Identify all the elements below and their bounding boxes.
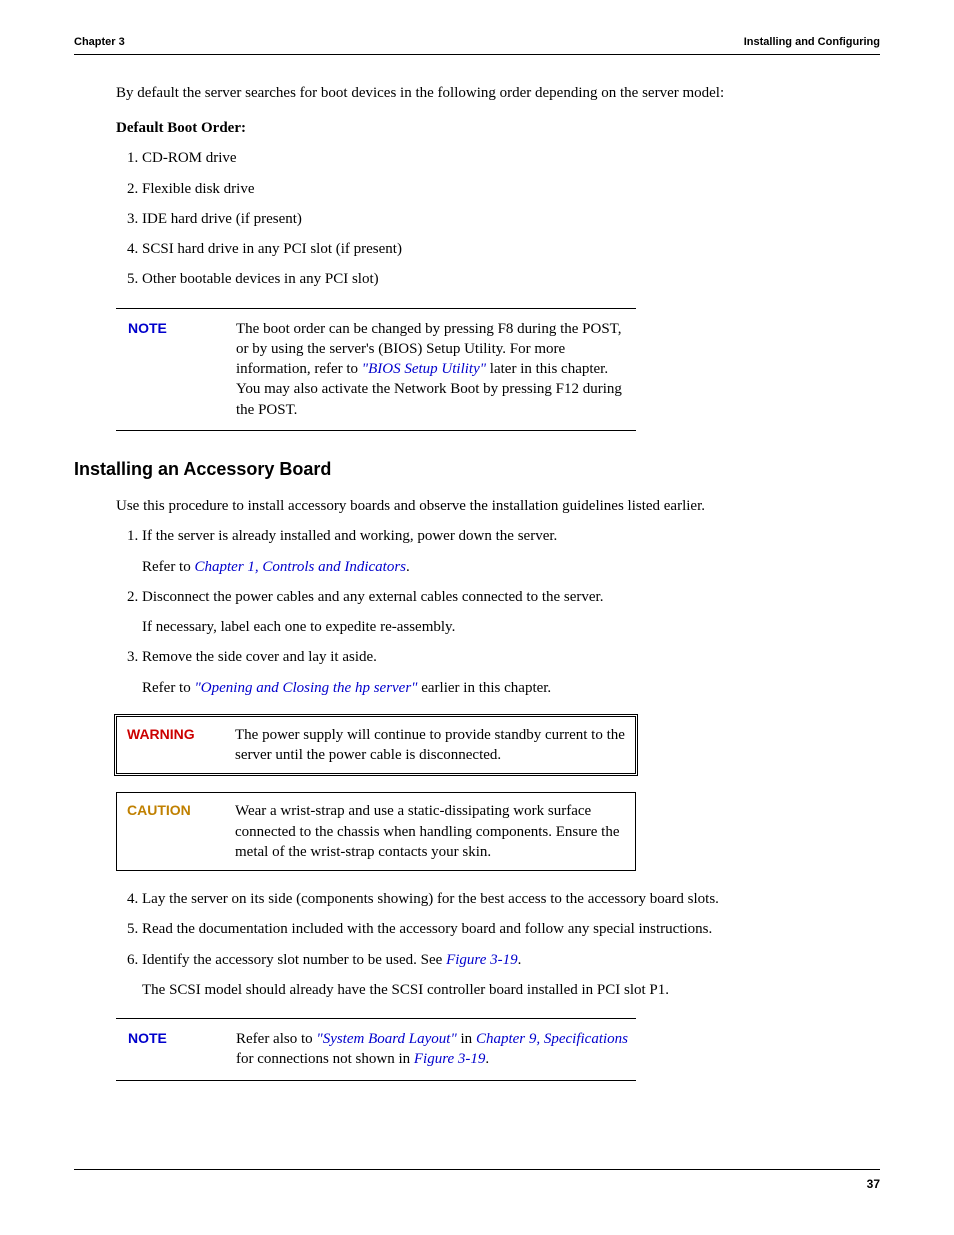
step-sub: The SCSI model should already have the S… [142,980,880,1000]
figure-3-19-link-2[interactable]: Figure 3-19 [414,1051,486,1067]
step-text: If the server is already installed and w… [142,528,557,544]
list-item: CD-ROM drive [142,148,880,168]
footer-rule [74,1169,880,1170]
note-admonition: NOTE The boot order can be changed by pr… [116,308,636,431]
boot-order-heading: Default Boot Order: [116,118,880,138]
list-item: Remove the side cover and lay it aside. … [142,647,880,698]
boot-order-list: CD-ROM drive Flexible disk drive IDE har… [116,148,880,289]
note-label: NOTE [128,1029,236,1048]
list-item: Lay the server on its side (components s… [142,889,880,909]
system-board-layout-link[interactable]: "System Board Layout" [316,1031,456,1047]
opening-closing-link[interactable]: "Opening and Closing the hp server" [194,680,417,696]
warning-label: WARNING [127,725,235,744]
intro-paragraph: By default the server searches for boot … [116,83,880,103]
running-header: Chapter 3 Installing and Configuring [74,35,880,55]
section-heading: Installing an Accessory Board [74,457,880,481]
list-item: Other bootable devices in any PCI slot) [142,269,880,289]
list-item: SCSI hard drive in any PCI slot (if pres… [142,239,880,259]
chapter9-link[interactable]: Chapter 9, Specifications [476,1031,628,1047]
list-item: Disconnect the power cables and any exte… [142,587,880,638]
step-text: Remove the side cover and lay it aside. [142,649,377,665]
warning-admonition: WARNING The power supply will continue t… [116,716,636,775]
note-body: The boot order can be changed by pressin… [236,319,630,420]
caution-label: CAUTION [127,801,235,820]
note-text: in [457,1031,476,1047]
section-intro: Use this procedure to install accessory … [116,496,880,516]
step-text: Disconnect the power cables and any exte… [142,589,603,605]
bios-setup-link[interactable]: "BIOS Setup Utility" [362,361,486,377]
caution-body: Wear a wrist-strap and use a static-diss… [235,801,629,862]
list-item: Read the documentation included with the… [142,919,880,939]
step-sub-pre: Refer to [142,559,194,575]
step-text-pre: Identify the accessory slot number to be… [142,952,446,968]
step-sub-pre: Refer to [142,680,194,696]
step-sub: Refer to Chapter 1, Controls and Indicat… [142,557,880,577]
figure-3-19-link[interactable]: Figure 3-19 [446,952,518,968]
page-number: 37 [867,1176,880,1192]
page: Chapter 3 Installing and Configuring By … [0,0,954,1235]
note-text: . [485,1051,489,1067]
warning-body: The power supply will continue to provid… [235,725,629,766]
list-item: If the server is already installed and w… [142,526,880,577]
steps-list-b: Lay the server on its side (components s… [116,889,880,1000]
list-item: Identify the accessory slot number to be… [142,950,880,1001]
note-label: NOTE [128,319,236,338]
step-sub-post: earlier in this chapter. [417,680,551,696]
chapter1-link[interactable]: Chapter 1, Controls and Indicators [194,559,406,575]
note-admonition-2: NOTE Refer also to "System Board Layout"… [116,1018,636,1081]
list-item: IDE hard drive (if present) [142,209,880,229]
note-text: for connections not shown in [236,1051,414,1067]
step-sub-post: . [406,559,410,575]
list-item: Flexible disk drive [142,179,880,199]
note-text: Refer also to [236,1031,316,1047]
step-text-post: . [518,952,522,968]
caution-admonition: CAUTION Wear a wrist-strap and use a sta… [116,792,636,871]
note-body: Refer also to "System Board Layout" in C… [236,1029,630,1070]
header-left: Chapter 3 [74,35,125,50]
step-sub: If necessary, label each one to expedite… [142,617,880,637]
steps-list-a: If the server is already installed and w… [116,526,880,698]
step-sub: Refer to "Opening and Closing the hp ser… [142,678,880,698]
header-right: Installing and Configuring [744,35,880,50]
